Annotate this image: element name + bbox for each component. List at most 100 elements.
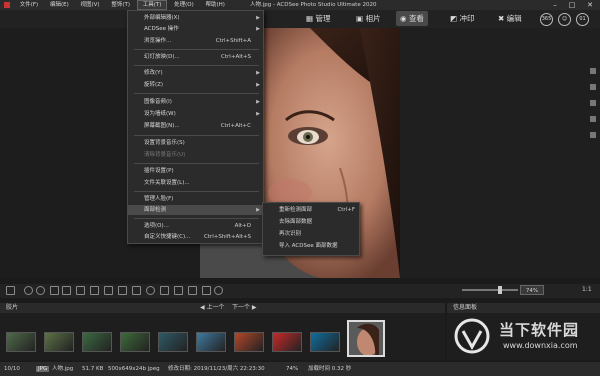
minimize-button[interactable]: – <box>548 0 562 10</box>
thumbnail[interactable] <box>120 332 150 352</box>
menu-separator <box>134 135 259 136</box>
menu-view[interactable]: 视图(V) <box>76 0 105 10</box>
chevron-right-icon: ▶ <box>256 26 260 32</box>
status-filesize: 51.7 KB <box>82 366 104 372</box>
thumbnail[interactable] <box>272 332 302 352</box>
histogram-icon[interactable] <box>132 286 141 295</box>
menu-custom-shortcuts[interactable]: 自定义快捷键(C)... Ctrl+Shift+Alt+S <box>128 232 263 242</box>
menu-face-detection[interactable]: 面部检测 ▶ <box>128 205 263 215</box>
right-panel <box>400 28 600 278</box>
menu-set-bg-music[interactable]: 设置背景音乐(S) <box>128 138 263 148</box>
selected-thumbnail[interactable] <box>347 320 385 357</box>
mode-photos[interactable]: ▣ 相片 <box>352 11 384 26</box>
thumbnail[interactable] <box>234 332 264 352</box>
menu-image-audio[interactable]: 图像音频(I) ▶ <box>128 97 263 107</box>
zoom-slider[interactable] <box>460 285 520 295</box>
menu-tools[interactable]: 工具(T) <box>136 0 168 10</box>
menu-rotate[interactable]: 旋转(Z) ▶ <box>128 80 263 90</box>
filmstrip-title: 胶片 <box>6 304 19 311</box>
mode-edit[interactable]: ✖ 编辑 <box>494 11 526 26</box>
info-panel: 当下软件园 www.downxia.com <box>447 313 600 360</box>
window-title: 人物.jpg - ACDSee Photo Studio Ultimate 20… <box>250 2 377 8</box>
rating-icon[interactable] <box>202 286 211 295</box>
mode-manage[interactable]: ▦ 管理 <box>302 11 334 26</box>
close-button[interactable]: ✕ <box>583 0 597 10</box>
thumbnail[interactable] <box>158 332 188 352</box>
menu-separator <box>134 191 259 192</box>
status-dimensions: 500x649x24b jpeg <box>108 366 160 372</box>
select-icon[interactable] <box>50 286 59 295</box>
menu-separator <box>134 93 259 94</box>
chevron-right-icon: ▶ <box>256 207 260 213</box>
menu-options[interactable]: 选项(O)... Alt+O <box>128 221 263 231</box>
zoom-icon[interactable] <box>76 286 85 295</box>
menu-screenshot[interactable]: 屏幕截图(N)... Ctrl+Alt+C <box>128 121 263 131</box>
chevron-right-icon: ▶ <box>256 99 260 105</box>
rotate-left-icon[interactable] <box>24 286 33 295</box>
watermark-brand: 当下软件园 <box>499 321 580 339</box>
thumbnail[interactable] <box>44 332 74 352</box>
menu-manage-faces[interactable]: 管理人脸(F) <box>128 194 263 204</box>
menu-browse-actions[interactable]: 浏览操作... Ctrl+Shift+A <box>128 36 263 46</box>
status-index: 10/10 <box>4 366 20 372</box>
next-button[interactable]: 下一个 ▶ <box>232 303 257 313</box>
face-tag-icon[interactable] <box>214 286 223 295</box>
status-filename: 人物.jpg <box>52 366 74 372</box>
status-format-badge: JPG <box>36 366 50 372</box>
face-icon[interactable]: ☺ <box>558 13 571 26</box>
status-zoom: 74% <box>286 366 299 372</box>
tools-menu: 外部编辑器(X) ▶ ACDSee 操作 ▶ 浏览操作... Ctrl+Shift+A… <box>127 10 264 244</box>
app-icon <box>4 1 10 8</box>
chevron-right-icon: ▶ <box>256 70 260 76</box>
hand-icon[interactable] <box>62 286 71 295</box>
menu-set-wallpaper[interactable]: 设为墙纸(W) ▶ <box>128 109 263 119</box>
menu-file-association[interactable]: 文件关联设置(L)... <box>128 178 263 188</box>
crop-icon[interactable] <box>90 286 99 295</box>
actual-size-button[interactable]: 1:1 <box>582 285 592 295</box>
rotate-right-icon[interactable] <box>36 286 45 295</box>
color-label-icon[interactable] <box>188 286 197 295</box>
info-icon[interactable] <box>160 286 169 295</box>
chevron-right-icon: ▶ <box>256 111 260 117</box>
menu-recognize-again[interactable]: 再次识别 <box>263 229 359 239</box>
menu-file[interactable]: 文件(F) <box>15 0 43 10</box>
menu-slideshow[interactable]: 幻灯放映(D)... Ctrl+Alt+S <box>128 52 263 62</box>
menu-separator <box>134 49 259 50</box>
menu-external-editor[interactable]: 外部编辑器(X) ▶ <box>128 13 263 23</box>
tag-icon[interactable] <box>174 286 183 295</box>
365-icon[interactable]: 365 <box>540 13 553 26</box>
menu-retouch[interactable]: 整饰(T) <box>106 0 135 10</box>
filmstrip-header: 胶片 ◀ 上一个 下一个 ▶ <box>0 303 445 313</box>
zoom-field[interactable]: 74% <box>520 285 544 295</box>
menu-import-face-data[interactable]: 导入 ACDSee 面部数据 <box>263 241 359 251</box>
status-load-time: 加载时间 0.32 秒 <box>308 366 352 372</box>
menu-remove-face-data[interactable]: 去除面部数据 <box>263 217 359 227</box>
mode-view[interactable]: ◉ 查看 <box>396 11 428 26</box>
tool-icon[interactable] <box>6 286 15 295</box>
menu-process[interactable]: 处理(O) <box>169 0 199 10</box>
menu-help[interactable]: 帮助(H) <box>201 0 230 10</box>
status-bar: 10/10 JPG 人物.jpg 51.7 KB 500x649x24b jpe… <box>0 362 600 376</box>
menu-separator <box>134 218 259 219</box>
watermark-logo <box>449 317 495 355</box>
compare-icon[interactable] <box>104 286 113 295</box>
thumbnail[interactable] <box>196 332 226 352</box>
dashboard-icon[interactable]: 01 <box>576 13 589 26</box>
menu-acdsee-actions[interactable]: ACDSee 操作 ▶ <box>128 24 263 34</box>
menu-plugin-settings[interactable]: 插件设置(P) <box>128 166 263 176</box>
mode-develop[interactable]: ◩ 冲印 <box>446 11 478 26</box>
menu-redetect-faces[interactable]: 重新检测面部 Ctrl+F <box>263 205 359 215</box>
info-panel-title: 信息面板 <box>453 304 478 311</box>
menu-edit[interactable]: 编辑(E) <box>45 0 74 10</box>
chevron-right-icon: ▶ <box>256 82 260 88</box>
menu-clear-bg-music[interactable]: 清除背景音乐(U) <box>128 150 263 160</box>
thumbnail[interactable] <box>310 332 340 352</box>
menu-modify[interactable]: 修改(Y) ▶ <box>128 68 263 78</box>
grid-icon[interactable] <box>118 286 127 295</box>
auto-lens-icon[interactable] <box>146 286 155 295</box>
thumbnail[interactable] <box>6 332 36 352</box>
chevron-right-icon: ▶ <box>256 15 260 21</box>
thumbnail[interactable] <box>82 332 112 352</box>
maximize-button[interactable]: □ <box>565 0 579 10</box>
prev-button[interactable]: ◀ 上一个 <box>200 303 225 313</box>
